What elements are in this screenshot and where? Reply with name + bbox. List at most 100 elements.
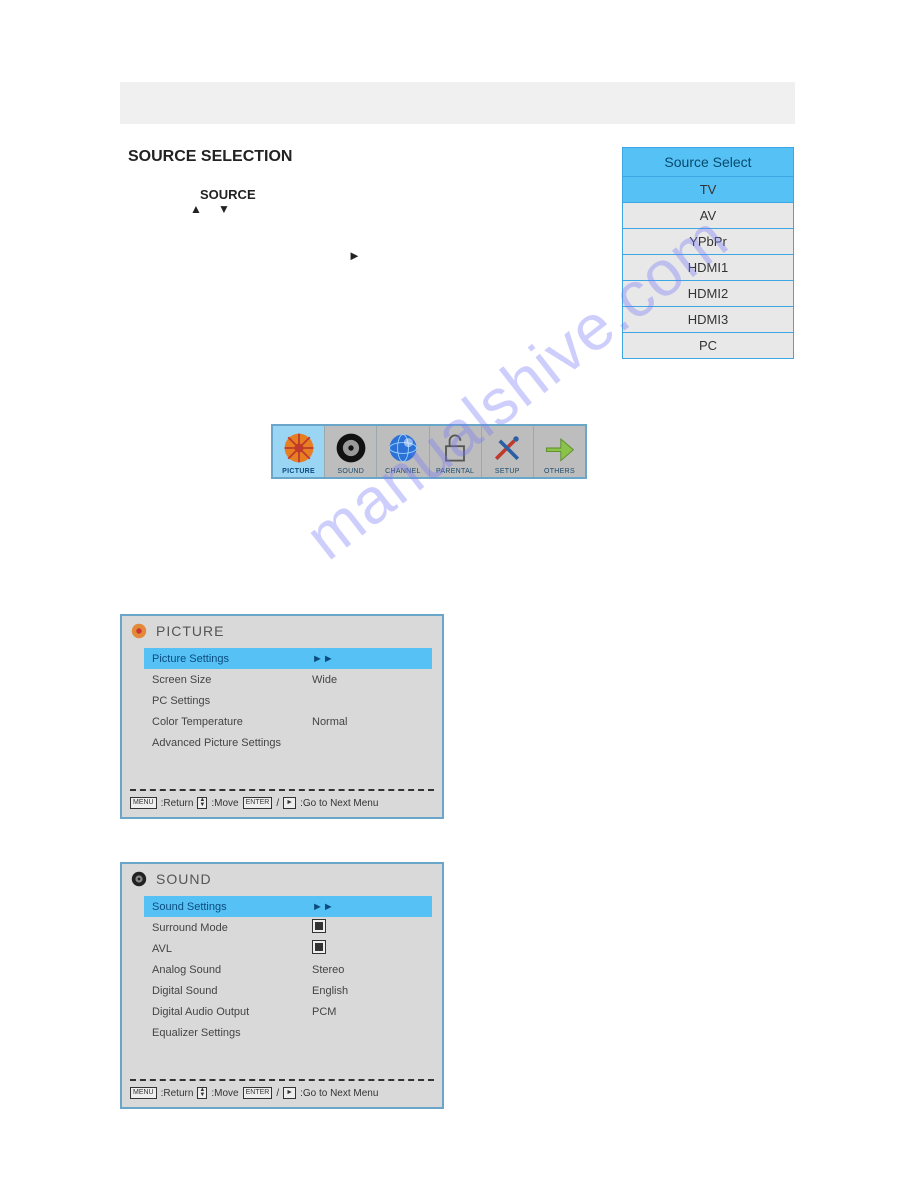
picture-row[interactable]: Screen SizeWide: [144, 669, 432, 690]
hint-move: :Move: [211, 798, 238, 809]
checkbox-icon: [312, 940, 326, 954]
menu-key-icon: MENU: [130, 1087, 157, 1099]
checkbox-icon: [312, 919, 326, 933]
row-value: PCM: [312, 1006, 424, 1018]
menu-tab-parental[interactable]: PARENTAL: [430, 426, 482, 477]
main-menu-icon-bar: PICTURE SOUND CHANNEL PARENTAL SETUP OTHERS: [271, 424, 587, 479]
triangle-down-icon: ▼: [218, 202, 230, 216]
menu-tab-sound[interactable]: SOUND: [325, 426, 377, 477]
menu-tab-picture[interactable]: PICTURE: [273, 426, 325, 477]
triangle-right-icon: ►: [348, 248, 361, 263]
row-value: English: [312, 985, 424, 997]
sound-footer-hints: MENU :Return ▲▼ :Move ENTER / ► :Go to N…: [122, 1085, 442, 1107]
label-source: SOURCE: [200, 187, 256, 202]
row-key: Surround Mode: [152, 922, 312, 934]
row-key: AVL: [152, 943, 312, 955]
enter-key-icon: ENTER: [243, 1087, 273, 1099]
row-key: Digital Sound: [152, 985, 312, 997]
row-value: [312, 919, 424, 936]
sound-row[interactable]: Digital Audio OutputPCM: [144, 1001, 432, 1022]
menu-tab-channel[interactable]: CHANNEL: [377, 426, 429, 477]
source-item-hdmi2[interactable]: HDMI2: [623, 281, 793, 307]
sound-row[interactable]: Sound Settings►►: [144, 896, 432, 917]
lock-icon: [437, 430, 473, 466]
updown-key-icon: ▲▼: [197, 797, 207, 809]
hint-goto: :Go to Next Menu: [300, 1088, 378, 1099]
menu-tab-label: SOUND: [327, 468, 374, 475]
source-item-tv[interactable]: TV: [623, 177, 793, 203]
row-key: Screen Size: [152, 674, 312, 686]
divider: [130, 1079, 434, 1081]
row-key: PC Settings: [152, 695, 312, 707]
hint-return: :Return: [161, 798, 194, 809]
globe-icon: [385, 430, 421, 466]
sound-row[interactable]: Analog SoundStereo: [144, 959, 432, 980]
menu-key-icon: MENU: [130, 797, 157, 809]
row-key: Advanced Picture Settings: [152, 737, 312, 749]
arrow-icon: [541, 430, 577, 466]
updown-key-icon: ▲▼: [197, 1087, 207, 1099]
source-item-hdmi3[interactable]: HDMI3: [623, 307, 793, 333]
row-value: ►►: [312, 653, 424, 665]
picture-footer-hints: MENU :Return ▲▼ :Move ENTER / ► :Go to N…: [122, 795, 442, 817]
tools-icon: [489, 430, 525, 466]
source-select-title: Source Select: [623, 148, 793, 177]
picture-row[interactable]: Picture Settings►►: [144, 648, 432, 669]
row-value: Stereo: [312, 964, 424, 976]
sound-row[interactable]: AVL: [144, 938, 432, 959]
speaker-icon: [130, 870, 148, 888]
heading-source-selection: SOURCE SELECTION: [128, 148, 292, 166]
play-key-icon: ►: [283, 797, 296, 809]
picture-row[interactable]: Color TemperatureNormal: [144, 711, 432, 732]
menu-tab-setup[interactable]: SETUP: [482, 426, 534, 477]
picture-rows: Picture Settings►►Screen SizeWidePC Sett…: [122, 648, 442, 779]
hint-slash: /: [276, 1088, 279, 1099]
sound-row[interactable]: Digital SoundEnglish: [144, 980, 432, 1001]
menu-tab-label: CHANNEL: [379, 468, 426, 475]
row-key: Sound Settings: [152, 901, 312, 913]
triangle-up-icon: ▲: [190, 202, 202, 216]
row-key: Equalizer Settings: [152, 1027, 312, 1039]
source-item-hdmi1[interactable]: HDMI1: [623, 255, 793, 281]
source-select-menu: Source Select TVAVYPbPrHDMI1HDMI2HDMI3PC: [622, 147, 794, 359]
sound-row[interactable]: Equalizer Settings: [144, 1022, 432, 1043]
row-value: ►►: [312, 901, 424, 913]
picture-row[interactable]: PC Settings: [144, 690, 432, 711]
row-key: Color Temperature: [152, 716, 312, 728]
row-key: Digital Audio Output: [152, 1006, 312, 1018]
play-key-icon: ►: [283, 1087, 296, 1099]
picture-panel-title: PICTURE: [156, 623, 224, 639]
picture-panel-header: PICTURE: [122, 616, 442, 648]
divider: [130, 789, 434, 791]
manual-page: SOURCE SELECTION SOURCE ▲ ▼ ► Source Sel…: [0, 0, 918, 1188]
page-header-band: [120, 82, 795, 124]
sound-rows: Sound Settings►►Surround ModeAVLAnalog S…: [122, 896, 442, 1069]
sound-row[interactable]: Surround Mode: [144, 917, 432, 938]
row-value: Normal: [312, 716, 424, 728]
hint-move: :Move: [211, 1088, 238, 1099]
menu-tab-label: SETUP: [484, 468, 531, 475]
picture-row[interactable]: Advanced Picture Settings: [144, 732, 432, 753]
source-item-av[interactable]: AV: [623, 203, 793, 229]
sunburst-icon: [281, 430, 317, 466]
menu-tab-label: PICTURE: [275, 468, 322, 475]
hint-return: :Return: [161, 1088, 194, 1099]
sunburst-icon: [130, 622, 148, 640]
row-value: [312, 940, 424, 957]
menu-tab-label: PARENTAL: [432, 468, 479, 475]
sound-panel-title: SOUND: [156, 871, 212, 887]
row-value: Wide: [312, 674, 424, 686]
enter-key-icon: ENTER: [243, 797, 273, 809]
speaker-icon: [333, 430, 369, 466]
row-key: Analog Sound: [152, 964, 312, 976]
picture-menu-panel: PICTURE Picture Settings►►Screen SizeWid…: [120, 614, 444, 819]
source-item-ypbpr[interactable]: YPbPr: [623, 229, 793, 255]
sound-menu-panel: SOUND Sound Settings►►Surround ModeAVLAn…: [120, 862, 444, 1109]
sound-panel-header: SOUND: [122, 864, 442, 896]
menu-tab-others[interactable]: OTHERS: [534, 426, 585, 477]
hint-goto: :Go to Next Menu: [300, 798, 378, 809]
source-item-pc[interactable]: PC: [623, 333, 793, 358]
hint-slash: /: [276, 798, 279, 809]
menu-tab-label: OTHERS: [536, 468, 583, 475]
row-key: Picture Settings: [152, 653, 312, 665]
